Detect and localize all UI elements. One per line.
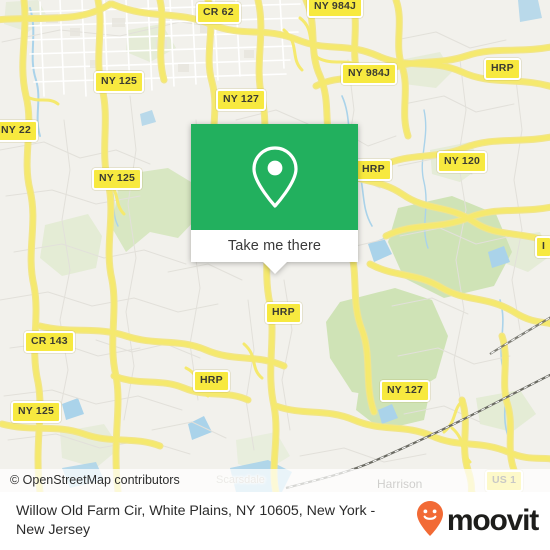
road-shield: NY 22 [0, 120, 38, 142]
road-shield: HRP [355, 159, 392, 181]
road-shield: HRP [484, 58, 521, 80]
road-shield: HRP [265, 302, 302, 324]
address-text: Willow Old Farm Cir, White Plains, NY 10… [16, 502, 376, 538]
footer-bar: Willow Old Farm Cir, White Plains, NY 10… [0, 492, 550, 550]
popup-pointer [262, 262, 287, 274]
take-me-there-button[interactable]: Take me there [191, 230, 358, 262]
osm-attribution[interactable]: © OpenStreetMap contributors [0, 469, 550, 492]
map-canvas[interactable]: .rd { fill:none; stroke:#f5e96e; stroke-… [0, 0, 550, 492]
road-shield: CR 62 [196, 2, 241, 24]
moovit-wordmark: moovit [446, 504, 539, 537]
popup-image-area [191, 124, 358, 230]
road-shield: I [535, 236, 550, 258]
road-shield: NY 127 [216, 89, 267, 111]
road-shield: HRP [193, 370, 230, 392]
take-me-there-label: Take me there [227, 238, 322, 254]
road-shield: NY 984J [341, 63, 398, 85]
road-shield: NY 984J [307, 0, 364, 18]
road-shield: NY 127 [380, 380, 431, 402]
road-shield: NY 125 [11, 401, 62, 423]
road-shield: NY 120 [437, 151, 488, 173]
moovit-pin-smiley-icon [415, 500, 445, 543]
road-shield: NY 125 [94, 71, 145, 93]
map-pin-icon [248, 144, 302, 210]
map-screenshot: .rd { fill:none; stroke:#f5e96e; stroke-… [0, 0, 550, 550]
moovit-logo[interactable]: moovit [415, 500, 539, 543]
road-shield: NY 125 [92, 168, 143, 190]
road-shield: CR 143 [24, 331, 75, 353]
destination-popup-card[interactable]: Take me there [191, 124, 358, 274]
